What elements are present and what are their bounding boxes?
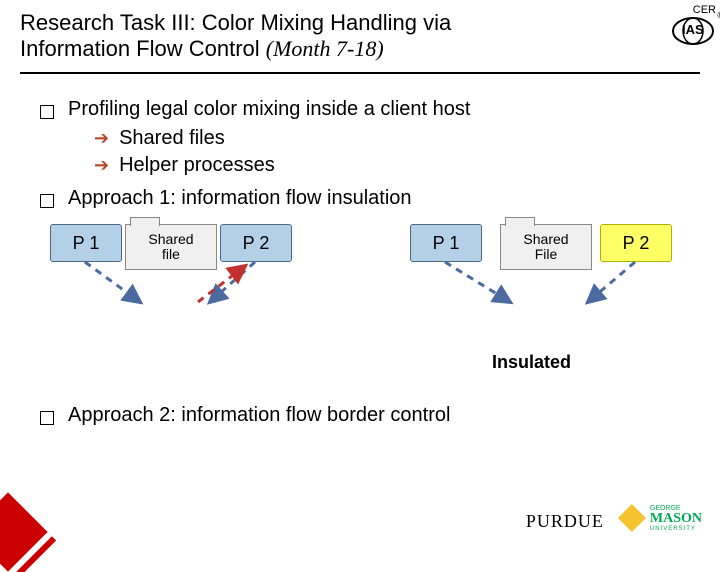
diagram-area: P 1 P 2 Shared file P 1 P 2 Shared File …	[40, 224, 690, 394]
bullet-1-sub-1: ➔ Shared files	[94, 127, 690, 150]
arrow-bullet-icon: ➔	[94, 155, 109, 176]
mason-big: MASON	[650, 512, 702, 526]
ias-text: IAS	[682, 22, 704, 37]
slide-content: Profiling legal color mixing inside a cl…	[0, 74, 720, 427]
sub-text: Shared files	[119, 127, 225, 150]
bullet-3-text: Approach 2: information flow border cont…	[68, 404, 450, 427]
sub-text: Helper processes	[119, 154, 275, 177]
mason-bot: UNIVERSITY	[650, 526, 702, 532]
arrow-bullet-icon: ➔	[94, 128, 109, 149]
bullet-1-text: Profiling legal color mixing inside a cl…	[68, 98, 470, 121]
insulated-label: Insulated	[492, 352, 571, 373]
mason-icon	[618, 504, 646, 532]
square-bullet-icon	[40, 105, 54, 119]
mason-logo: GEORGE MASON UNIVERSITY	[618, 504, 702, 532]
bullet-1: Profiling legal color mixing inside a cl…	[40, 98, 690, 121]
bullet-3: Approach 2: information flow border cont…	[40, 404, 690, 427]
title-italic: (Month 7-18)	[266, 36, 384, 61]
footer-logos: PURDUE GEORGE MASON UNIVERSITY	[526, 504, 702, 532]
title-line-1: Research Task III: Color Mixing Handling…	[20, 10, 700, 36]
title-plain: Information Flow Control	[20, 36, 266, 61]
purdue-logo-text: PURDUE	[526, 511, 604, 532]
corner-stripe-icon	[0, 492, 48, 571]
top-right-logo: CER IAS ®	[670, 4, 716, 51]
square-bullet-icon	[40, 194, 54, 208]
bullet-2: Approach 1: information flow insulation	[40, 187, 690, 210]
square-bullet-icon	[40, 411, 54, 425]
bullet-1-sub-2: ➔ Helper processes	[94, 154, 690, 177]
diagram-arrows	[40, 224, 700, 394]
title-line-2: Information Flow Control (Month 7-18)	[20, 36, 700, 62]
cer-text: CER	[670, 4, 716, 16]
bullet-2-text: Approach 1: information flow insulation	[68, 187, 412, 210]
slide-header: Research Task III: Color Mixing Handling…	[0, 0, 720, 66]
